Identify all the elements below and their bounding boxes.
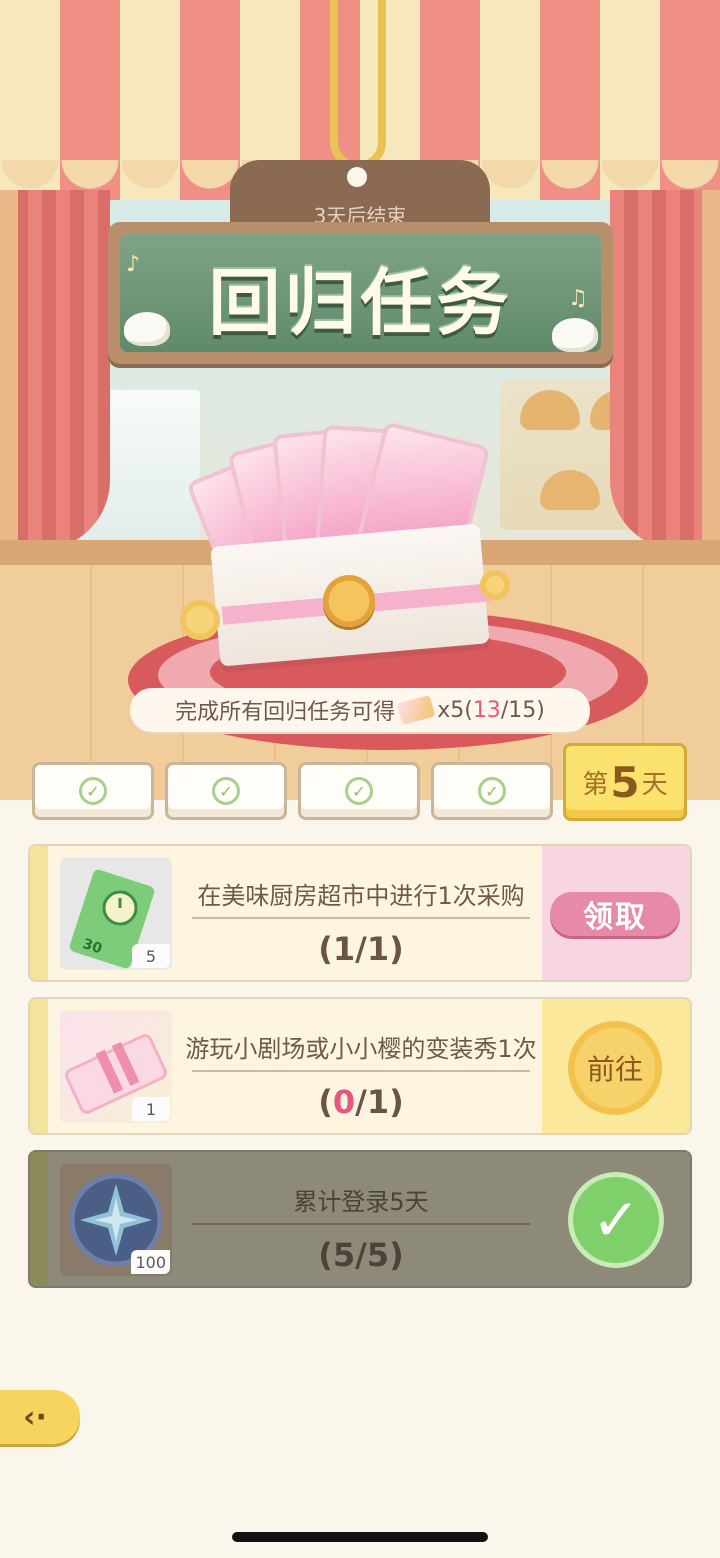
task-reward-slot[interactable]: 30 5 — [60, 858, 172, 970]
task-reward-slot[interactable]: 1 — [60, 1011, 172, 1123]
pillar-right — [702, 190, 720, 560]
tag-hole — [347, 167, 367, 187]
event-title: 回归任务 — [208, 261, 513, 345]
wax-seal-icon — [323, 575, 375, 627]
day-tab-4[interactable]: ✓ — [431, 762, 553, 820]
day-tab-3[interactable]: ✓ — [298, 762, 420, 820]
task-divider — [192, 1070, 530, 1072]
reward-count: 5 — [132, 944, 170, 968]
flower-icon — [180, 600, 220, 640]
pillar-left — [0, 190, 18, 560]
progress-current: 5 — [332, 1236, 356, 1274]
claim-button[interactable]: 领取 — [550, 892, 680, 936]
task-action-area: 领取 — [542, 846, 690, 980]
task-divider — [192, 917, 530, 919]
reward-progress-open: ( — [464, 697, 473, 723]
task-stripe — [30, 1152, 48, 1286]
reward-text: 完成所有回归任务可得 — [175, 700, 396, 725]
task-description: 在美味厨房超市中进行1次采购 — [197, 882, 525, 910]
progress-total: /5) — [355, 1236, 404, 1274]
progress-current: 0 — [332, 1083, 356, 1121]
sakura-ticket-icon — [396, 694, 436, 726]
reward-progress-done: 13 — [472, 697, 501, 723]
progress-open: ( — [318, 930, 333, 968]
check-icon: ✓ — [478, 777, 506, 805]
day-tab-2[interactable]: ✓ — [165, 762, 287, 820]
back-button[interactable]: ‹· — [0, 1390, 80, 1444]
day-prefix: 第 — [582, 769, 609, 800]
completed-check-icon: ✓ — [568, 1172, 664, 1268]
check-icon: ✓ — [79, 777, 107, 805]
reward-progress-total: /15) — [500, 697, 545, 723]
progress-current: 1 — [332, 930, 356, 968]
completion-reward-summary: 完成所有回归任务可得 x5 (13/15) — [130, 688, 590, 732]
flower-icon — [480, 570, 510, 600]
day-suffix: 天 — [641, 769, 668, 800]
progress-total: /1) — [355, 1083, 404, 1121]
task-progress: (0/1) — [176, 1083, 546, 1121]
progress-open: ( — [318, 1083, 333, 1121]
reward-count: 1 — [132, 1097, 170, 1121]
task-item: 100 累计登录5天 (5/5) ✓ — [28, 1150, 692, 1288]
task-action-area: ✓ — [542, 1152, 690, 1286]
reward-count: 100 — [131, 1250, 170, 1274]
bread-icon — [540, 470, 600, 510]
task-stripe — [30, 846, 48, 980]
bread-icon — [520, 390, 580, 430]
day-number: 5 — [610, 757, 640, 807]
back-arrow-icon: ‹· — [23, 1399, 47, 1435]
progress-total: /1) — [355, 930, 404, 968]
go-button[interactable]: 前往 — [568, 1021, 662, 1115]
progress-open: ( — [318, 1236, 333, 1274]
home-indicator[interactable] — [232, 1532, 488, 1542]
task-divider — [192, 1223, 530, 1225]
check-icon: ✓ — [345, 777, 373, 805]
task-progress: (1/1) — [176, 930, 546, 968]
task-progress: (5/5) — [176, 1236, 546, 1274]
check-icon: ✓ — [212, 777, 240, 805]
task-item: 1 游玩小剧场或小小樱的变装秀1次 (0/1) 前往 — [28, 997, 692, 1135]
task-action-area: 前往 — [542, 999, 690, 1133]
task-item: 30 5 在美味厨房超市中进行1次采购 (1/1) 领取 — [28, 844, 692, 982]
day-tab-1[interactable]: ✓ — [32, 762, 154, 820]
sign-rope — [330, 0, 386, 170]
day-tab-5-active[interactable]: 第5天 — [563, 743, 687, 821]
task-description: 累计登录5天 — [293, 1188, 429, 1216]
task-stripe — [30, 999, 48, 1133]
task-description: 游玩小剧场或小小樱的变装秀1次 — [185, 1035, 537, 1063]
reward-multiplier: x5 — [437, 697, 465, 723]
task-reward-slot[interactable]: 100 — [60, 1164, 172, 1276]
